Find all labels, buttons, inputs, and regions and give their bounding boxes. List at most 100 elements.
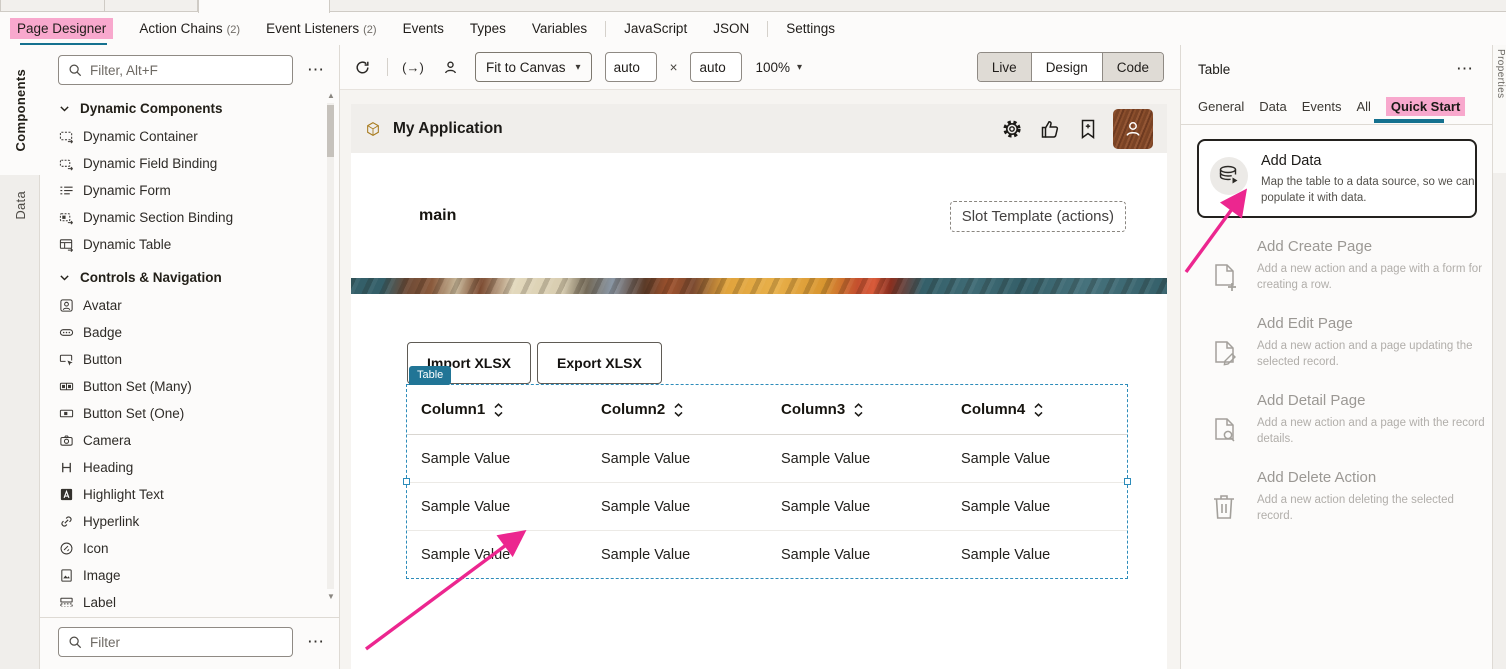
- components-scrollbar[interactable]: ▲ ▼: [326, 91, 336, 601]
- rail-tab-label: Components: [13, 69, 28, 151]
- section-controls-navigation[interactable]: Controls & Navigation: [40, 262, 339, 292]
- table-cell: Sample Value: [767, 435, 947, 482]
- sort-icon: [674, 403, 683, 417]
- thumbs-up-icon[interactable]: [1037, 116, 1063, 142]
- scroll-thumb[interactable]: [327, 105, 334, 157]
- tab-types[interactable]: Types: [470, 21, 506, 36]
- components-filter[interactable]: [58, 55, 293, 85]
- mode-live-button[interactable]: Live: [978, 53, 1032, 81]
- editor-tab-active[interactable]: [198, 0, 330, 13]
- structure-filter[interactable]: [58, 627, 293, 657]
- component-label[interactable]: Label: [40, 589, 339, 607]
- zoom-level-select[interactable]: 100%▾: [755, 60, 802, 75]
- component-heading[interactable]: Heading: [40, 454, 339, 481]
- export-xlsx-button[interactable]: Export XLSX: [537, 342, 662, 384]
- canvas-size-select[interactable]: Fit to Canvas▾: [475, 52, 592, 82]
- icon-component-icon: [58, 541, 74, 557]
- refresh-icon[interactable]: [350, 55, 374, 79]
- slot-template-button[interactable]: Slot Template (actions): [950, 201, 1126, 232]
- component-button-set-one[interactable]: Button Set (One): [40, 400, 339, 427]
- divider: [1181, 124, 1492, 125]
- component-label: Label: [83, 595, 116, 607]
- component-dynamic-field-binding[interactable]: Dynamic Field Binding: [40, 150, 339, 177]
- component-dynamic-section-binding[interactable]: Dynamic Section Binding: [40, 204, 339, 231]
- bookmark-plus-icon[interactable]: [1075, 116, 1101, 142]
- component-button[interactable]: Button: [40, 346, 339, 373]
- scroll-up-icon[interactable]: ▲: [326, 91, 336, 100]
- tab-json[interactable]: JSON: [713, 21, 749, 36]
- editor-tab[interactable]: [105, 0, 198, 12]
- selected-table[interactable]: Column1 Column2 Column3 Column4 Sample V…: [407, 385, 1127, 578]
- user-avatar[interactable]: [1113, 109, 1153, 149]
- editor-tab[interactable]: [0, 0, 105, 12]
- structure-filter-input[interactable]: [90, 635, 284, 650]
- component-dynamic-container[interactable]: Dynamic Container: [40, 123, 339, 150]
- selection-handle-right[interactable]: [1124, 478, 1131, 485]
- overflow-menu-icon[interactable]: ⋯: [303, 632, 329, 652]
- gear-icon[interactable]: [999, 116, 1025, 142]
- component-icon[interactable]: Icon: [40, 535, 339, 562]
- scroll-track[interactable]: [327, 103, 334, 589]
- properties-tabs: General Data Events All Quick Start: [1181, 79, 1492, 124]
- page-heading: main: [419, 207, 456, 225]
- tab-action-chains[interactable]: Action Chains(2): [139, 21, 240, 36]
- component-button-set-many[interactable]: Button Set (Many): [40, 373, 339, 400]
- live-edit-icon[interactable]: (→): [401, 55, 425, 79]
- tab-page-designer[interactable]: Page Designer: [10, 18, 113, 39]
- quick-start-desc: Map the table to a data source, so we ca…: [1261, 174, 1479, 206]
- user-icon[interactable]: [438, 55, 462, 79]
- component-avatar[interactable]: Avatar: [40, 292, 339, 319]
- tab-event-listeners[interactable]: Event Listeners(2): [266, 21, 377, 36]
- quick-start-add-delete-action: Add Delete Action Add a new action delet…: [1181, 449, 1492, 524]
- component-hyperlink[interactable]: Hyperlink: [40, 508, 339, 535]
- table-row[interactable]: Sample Value Sample Value Sample Value S…: [407, 483, 1127, 531]
- component-image[interactable]: Image: [40, 562, 339, 589]
- tab-variables[interactable]: Variables: [532, 21, 587, 36]
- component-badge[interactable]: Badge: [40, 319, 339, 346]
- scroll-down-icon[interactable]: ▼: [326, 592, 336, 601]
- overflow-menu-icon[interactable]: ⋯: [1452, 59, 1478, 79]
- avatar-icon: [58, 298, 74, 314]
- rail-tab-components[interactable]: Components: [0, 45, 41, 175]
- table-row[interactable]: Sample Value Sample Value Sample Value S…: [407, 531, 1127, 579]
- table-cell: Sample Value: [587, 531, 767, 579]
- table-cell: Sample Value: [767, 531, 947, 579]
- selection-handle-left[interactable]: [403, 478, 410, 485]
- tab-general[interactable]: General: [1198, 99, 1244, 114]
- tab-javascript[interactable]: JavaScript: [624, 21, 687, 36]
- tab-settings[interactable]: Settings: [786, 21, 835, 36]
- hyperlink-icon: [58, 514, 74, 530]
- right-edge-block: [1493, 173, 1506, 669]
- canvas-width-input[interactable]: [605, 52, 657, 82]
- mode-design-button[interactable]: Design: [1032, 53, 1103, 81]
- tab-quick-start[interactable]: Quick Start: [1386, 97, 1465, 116]
- column-header[interactable]: Column3: [767, 385, 947, 434]
- column-header[interactable]: Column2: [587, 385, 767, 434]
- tab-label: Action Chains: [139, 21, 222, 36]
- tab-data[interactable]: Data: [1259, 99, 1286, 114]
- section-title: Controls & Navigation: [80, 270, 222, 285]
- section-dynamic-components[interactable]: Dynamic Components: [40, 93, 339, 123]
- column-header[interactable]: Column4: [947, 385, 1127, 434]
- table-row[interactable]: Sample Value Sample Value Sample Value S…: [407, 435, 1127, 483]
- component-label: Dynamic Field Binding: [83, 156, 217, 171]
- nav-separator: [605, 21, 606, 37]
- rail-tab-data[interactable]: Data: [0, 175, 41, 235]
- canvas-height-input[interactable]: [690, 52, 742, 82]
- mode-code-button[interactable]: Code: [1103, 53, 1163, 81]
- editor-tab-strip: [0, 0, 1506, 12]
- column-header[interactable]: Column1: [407, 385, 587, 434]
- tab-all[interactable]: All: [1356, 99, 1370, 114]
- component-highlight-text[interactable]: Highlight Text: [40, 481, 339, 508]
- component-camera[interactable]: Camera: [40, 427, 339, 454]
- tab-events[interactable]: Events: [1302, 99, 1342, 114]
- quick-start-add-data[interactable]: Add Data Map the table to a data source,…: [1197, 139, 1477, 218]
- components-filter-input[interactable]: [90, 63, 284, 78]
- component-dynamic-table[interactable]: Dynamic Table: [40, 231, 339, 258]
- tab-events[interactable]: Events: [403, 21, 444, 36]
- overflow-menu-icon[interactable]: ⋯: [303, 60, 329, 80]
- collapsed-panel-label[interactable]: Properties: [1495, 49, 1506, 99]
- component-label: Dynamic Form: [83, 183, 171, 198]
- component-dynamic-form[interactable]: Dynamic Form: [40, 177, 339, 204]
- right-edge-rail: Properties: [1492, 45, 1506, 669]
